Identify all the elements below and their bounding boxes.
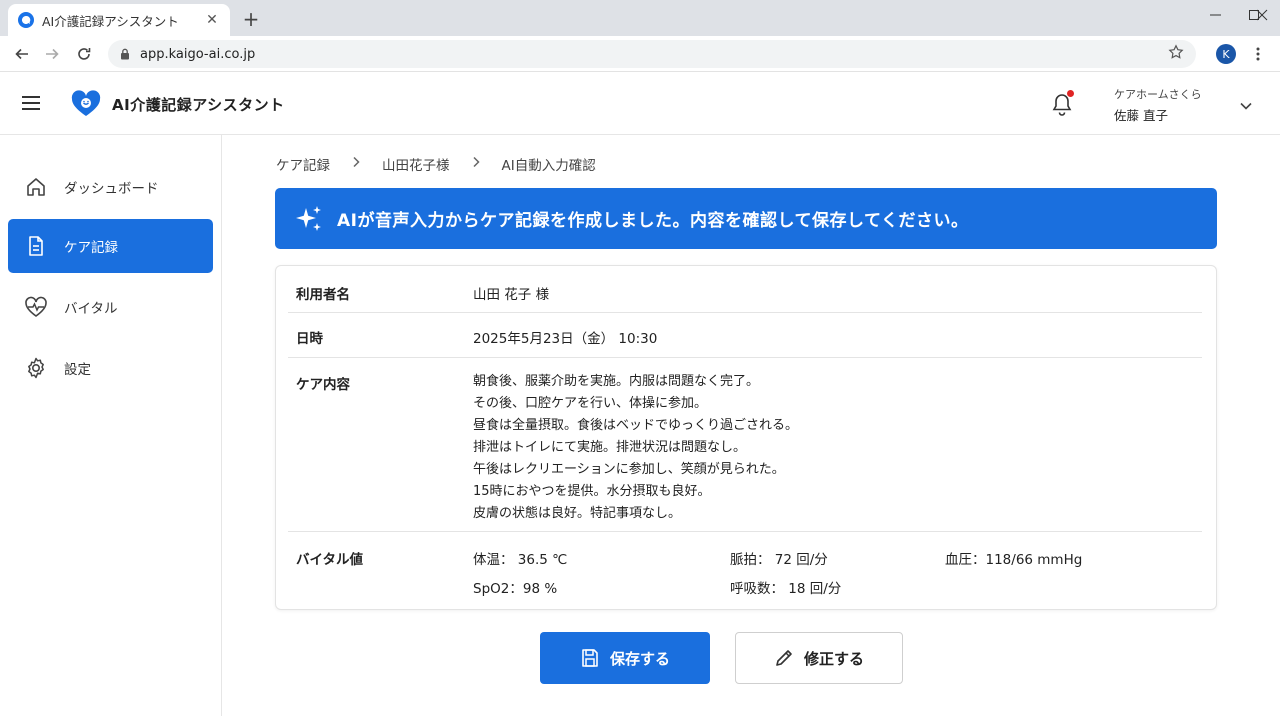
- field-label: 日時: [296, 331, 323, 347]
- care-line: 昼食は全量摂取。食後はベッドでゆっくり過ごされる。: [473, 418, 799, 433]
- new-tab-button[interactable]: +: [240, 7, 262, 31]
- banner-message: AIが音声入力からケア記録を作成しました。内容を確認して保存してください。: [337, 211, 969, 231]
- breadcrumb-resident[interactable]: 山田花子様: [382, 154, 450, 174]
- sidebar-item-label: ダッシュボード: [64, 181, 159, 197]
- app-title: AI介護記録アシスタント: [112, 96, 285, 114]
- browser-tab[interactable]: AI介護記録アシスタント ✕: [8, 4, 230, 36]
- save-button-label: 保存する: [609, 649, 670, 668]
- ai-notice-banner: AIが音声入力からケア記録を作成しました。内容を確認して保存してください。: [275, 188, 1217, 249]
- gear-icon: [24, 356, 48, 380]
- chevron-right-icon: [472, 156, 480, 172]
- chevron-right-icon: [352, 156, 360, 172]
- care-line: 15時におやつを提供。水分摂取も良好。: [473, 484, 711, 499]
- window-close-button-2[interactable]: [1244, 2, 1280, 28]
- record-row-care: ケア内容 朝食後、服薬介助を実施。内服は問題なく完了。 その後、口腔ケアを行い、…: [288, 358, 1202, 532]
- sidebar-item-vitals[interactable]: バイタル: [8, 280, 213, 334]
- vital-respiration: 呼吸数： 18 回/分: [730, 581, 842, 597]
- sidebar-item-care-records[interactable]: ケア記録: [8, 219, 213, 273]
- tab-close-icon[interactable]: ✕: [204, 12, 220, 28]
- browser-toolbar: app.kaigo-ai.co.jp K: [0, 36, 1280, 72]
- care-line: 朝食後、服薬介助を実施。内服は問題なく完了。: [473, 374, 760, 389]
- field-label: バイタル値: [296, 552, 363, 568]
- window-minimize-dup2: [1197, 2, 1233, 28]
- care-line: 排泄はトイレにて実施。排泄状況は問題なし。: [473, 440, 747, 455]
- field-label: 利用者名: [296, 287, 350, 303]
- care-record-card: 利用者名 山田 花子 様 日時 2025年5月23日（金） 10:30 ケア内容…: [275, 265, 1217, 610]
- address-bar[interactable]: app.kaigo-ai.co.jp: [108, 40, 1196, 68]
- tab-title: AI介護記録アシスタント: [42, 13, 179, 29]
- edit-button-label: 修正する: [803, 649, 864, 668]
- notification-badge: [1067, 90, 1074, 97]
- vital-pulse: 脈拍： 72 回/分: [730, 552, 828, 568]
- sidebar-item-label: バイタル: [64, 301, 118, 317]
- datetime-value: 2025年5月23日（金） 10:30: [473, 331, 658, 347]
- record-row-datetime: 日時 2025年5月23日（金） 10:30: [288, 313, 1202, 358]
- home-icon: [24, 175, 48, 199]
- url-text: app.kaigo-ai.co.jp: [140, 46, 256, 62]
- sidebar-item-label: 設定: [64, 362, 91, 378]
- record-row-vitals: バイタル値 体温： 36.5 ℃ 脈拍： 72 回/分 血圧：118/66 mm…: [288, 532, 1202, 610]
- breadcrumb: ケア記録 山田花子様 AI自動入力確認: [276, 154, 596, 174]
- floppy-disk-icon: [580, 648, 600, 668]
- resident-name-value: 山田 花子 様: [473, 287, 550, 303]
- app-logo-icon: [70, 90, 102, 118]
- vital-spo2: SpO2：98 %: [473, 581, 558, 597]
- save-button[interactable]: 保存する: [540, 632, 710, 684]
- browser-tab-strip: AI介護記録アシスタント ✕ +: [0, 0, 1280, 36]
- breadcrumb-care-records[interactable]: ケア記録: [276, 154, 330, 174]
- sidebar: ダッシュボード ケア記録 バイタル 設定: [0, 135, 222, 716]
- chevron-down-icon[interactable]: [1238, 98, 1254, 112]
- care-line: 午後はレクリエーションに参加し、笑顔が見られた。: [473, 462, 785, 477]
- sidebar-item-settings[interactable]: 設定: [8, 341, 213, 395]
- document-icon: [24, 234, 48, 258]
- sidebar-item-dashboard[interactable]: ダッシュボード: [8, 160, 213, 214]
- back-arrow-icon[interactable]: [10, 42, 34, 66]
- user-name[interactable]: 佐藤 直子: [1114, 105, 1168, 124]
- reload-icon[interactable]: [72, 42, 96, 66]
- pencil-icon: [774, 648, 794, 668]
- record-row-user: 利用者名 山田 花子 様: [288, 266, 1202, 313]
- app-favicon-icon: [18, 12, 34, 28]
- vital-blood-pressure: 血圧：118/66 mmHg: [945, 552, 1083, 568]
- facility-name: ケアホームさくら: [1114, 88, 1202, 101]
- bookmark-star-icon[interactable]: [1168, 44, 1184, 64]
- breadcrumb-current: AI自動入力確認: [501, 158, 596, 174]
- edit-button[interactable]: 修正する: [735, 632, 903, 684]
- care-line: 皮膚の状態は良好。特記事項なし。: [473, 506, 682, 521]
- sparkles-icon: [293, 203, 325, 235]
- care-content-value: 朝食後、服薬介助を実施。内服は問題なく完了。 その後、口腔ケアを行い、体操に参加…: [473, 371, 798, 525]
- profile-avatar[interactable]: K: [1216, 44, 1236, 64]
- field-label: ケア内容: [296, 377, 350, 393]
- app-header: AI介護記録アシスタント ケアホームさくら 佐藤 直子: [0, 72, 1280, 135]
- sidebar-item-label: ケア記録: [64, 240, 118, 256]
- browser-menu-icon[interactable]: [1250, 44, 1266, 64]
- heart-pulse-icon: [24, 295, 48, 319]
- menu-icon[interactable]: [20, 92, 42, 114]
- site-info-icon[interactable]: [120, 45, 130, 64]
- vital-temperature: 体温： 36.5 ℃: [473, 552, 568, 568]
- care-line: その後、口腔ケアを行い、体操に参加。: [473, 396, 708, 411]
- forward-arrow-icon[interactable]: [40, 42, 64, 66]
